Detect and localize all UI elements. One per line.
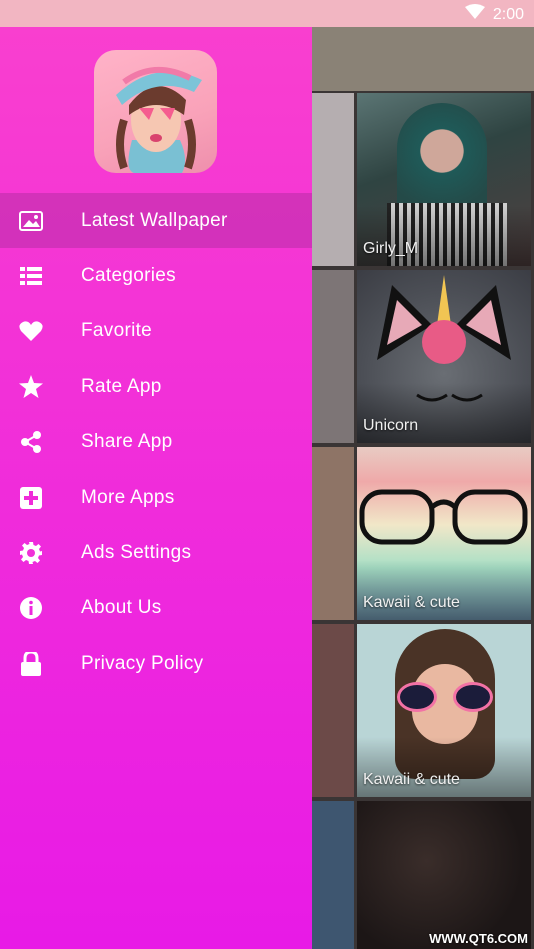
plus-box-icon: [19, 486, 43, 510]
menu-label: About Us: [81, 597, 162, 619]
menu-label: Favorite: [81, 320, 153, 342]
tile-label: Kawaii & cute: [363, 594, 460, 611]
menu-label: Latest Wallpaper: [81, 209, 228, 231]
menu-item-ads-settings[interactable]: Ads Settings: [0, 525, 312, 580]
menu-label: More Apps: [81, 486, 175, 508]
info-icon: [19, 596, 43, 620]
share-icon: [19, 430, 43, 454]
wallpaper-tile[interactable]: [312, 93, 354, 266]
drawer-header: [0, 27, 312, 193]
menu-label: Categories: [81, 265, 176, 287]
menu-item-share-app[interactable]: Share App: [0, 415, 312, 470]
tile-label: Girly_M: [363, 240, 419, 257]
navigation-drawer: Latest Wallpaper Categories Favorite Rat…: [0, 27, 312, 949]
image-icon: [19, 209, 43, 233]
status-bar: 2:00: [0, 0, 534, 27]
tile-label: Kawaii & cute: [363, 771, 460, 788]
watermark: WWW.QT6.COM: [429, 931, 528, 946]
wallpaper-tile[interactable]: [312, 447, 354, 620]
menu-item-latest-wallpaper[interactable]: Latest Wallpaper: [0, 193, 312, 249]
menu-item-rate-app[interactable]: Rate App: [0, 359, 312, 414]
gear-icon: [19, 541, 43, 565]
wallpaper-tile-unicorn[interactable]: Unicorn: [357, 270, 531, 443]
lock-icon: [19, 651, 43, 676]
heart-icon: [19, 319, 43, 343]
tile-sunglasses: [397, 682, 493, 712]
status-icons: 2:00: [464, 4, 524, 25]
wallpaper-tile[interactable]: [312, 270, 354, 443]
screen: 2:00 Girly_M Unicorn Kawaii & cute Kawai…: [0, 0, 534, 949]
wallpaper-tile[interactable]: [312, 624, 354, 797]
tile-label: Unicorn: [363, 417, 419, 434]
menu-item-more-apps[interactable]: More Apps: [0, 470, 312, 525]
drawer-menu: Latest Wallpaper Categories Favorite Rat…: [0, 193, 312, 692]
star-icon: [19, 375, 43, 399]
menu-item-favorite[interactable]: Favorite: [0, 304, 312, 359]
menu-item-about-us[interactable]: About Us: [0, 581, 312, 636]
menu-label: Rate App: [81, 375, 162, 397]
list-icon: [19, 264, 43, 288]
wallpaper-tile-girly[interactable]: Girly_M: [357, 93, 531, 266]
menu-label: Privacy Policy: [81, 652, 204, 674]
wifi-icon: [464, 4, 485, 25]
menu-label: Ads Settings: [81, 542, 192, 564]
wallpaper-tile-glasses[interactable]: Kawaii & cute: [357, 447, 531, 620]
menu-label: Share App: [81, 431, 173, 453]
status-time: 2:00: [492, 5, 524, 23]
wallpaper-tile-kawaii[interactable]: Kawaii & cute: [357, 624, 531, 797]
wallpaper-tile[interactable]: [357, 801, 531, 949]
menu-item-categories[interactable]: Categories: [0, 248, 312, 303]
menu-item-privacy-policy[interactable]: Privacy Policy: [0, 636, 312, 691]
app-logo: [94, 50, 217, 173]
wallpaper-tile[interactable]: [312, 801, 354, 949]
